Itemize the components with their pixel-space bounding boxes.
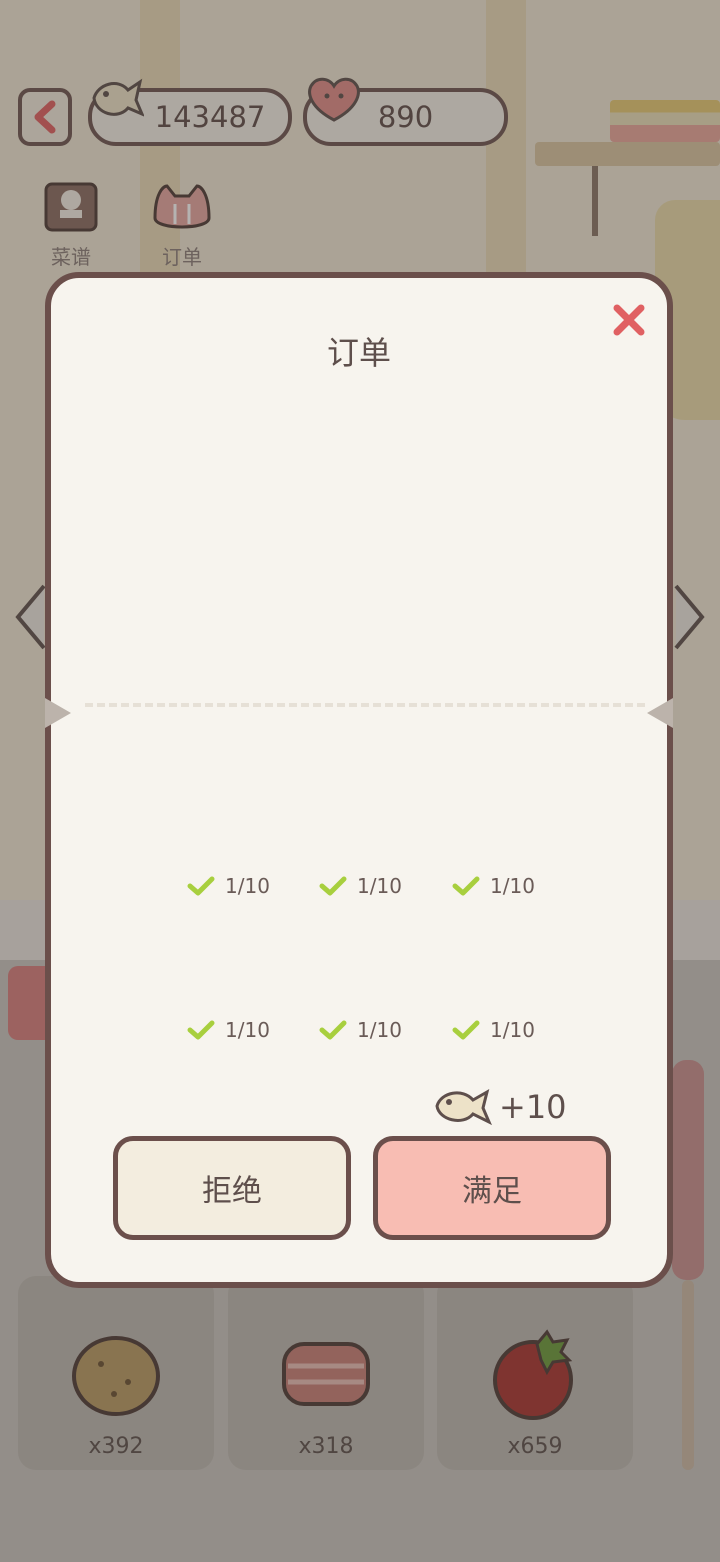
fish-icon [435, 1088, 492, 1126]
reward-amount: +10 [499, 1088, 567, 1126]
check-icon [187, 876, 215, 896]
fulfill-label: 满足 [462, 1174, 522, 1209]
check-icon [319, 876, 347, 896]
requirement-item: 1/10 [319, 1018, 402, 1042]
requirement-item: 1/10 [187, 1018, 270, 1042]
requirement-progress: 1/10 [490, 874, 535, 898]
check-icon [319, 1020, 347, 1040]
reject-button[interactable]: 拒绝 [113, 1136, 351, 1240]
requirement-item: 1/10 [452, 874, 535, 898]
order-dialog: 订单 1/10 1/10 1/10 1/10 1/10 1/10 +10 拒绝 … [45, 272, 673, 1288]
close-icon [613, 304, 645, 336]
close-button[interactable] [609, 300, 649, 340]
requirement-progress: 1/10 [357, 874, 402, 898]
requirement-progress: 1/10 [490, 1018, 535, 1042]
order-reward: +10 [433, 1084, 567, 1130]
requirement-item: 1/10 [452, 1018, 535, 1042]
ticket-notch-left [45, 698, 71, 728]
ticket-perforation [85, 703, 645, 707]
requirement-progress: 1/10 [225, 874, 270, 898]
check-icon [452, 876, 480, 896]
dialog-title: 订单 [326, 334, 391, 372]
ticket-notch-right [647, 698, 673, 728]
check-icon [452, 1020, 480, 1040]
fulfill-button[interactable]: 满足 [373, 1136, 611, 1240]
check-icon [187, 1020, 215, 1040]
requirement-item: 1/10 [319, 874, 402, 898]
requirement-progress: 1/10 [357, 1018, 402, 1042]
requirement-progress: 1/10 [225, 1018, 270, 1042]
requirement-item: 1/10 [187, 874, 270, 898]
reject-label: 拒绝 [202, 1174, 262, 1209]
